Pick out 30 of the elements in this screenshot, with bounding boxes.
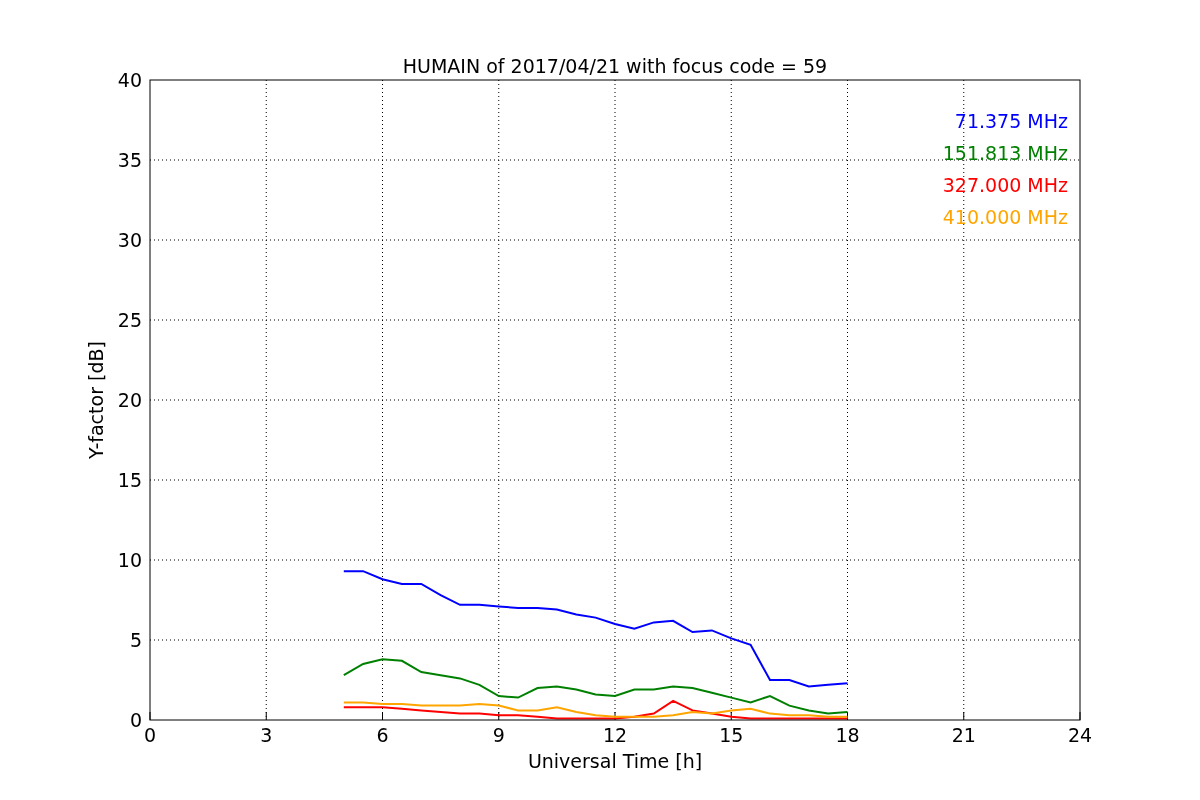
y-tick-label: 5 [129,629,142,651]
y-tick-label: 30 [117,229,142,251]
x-tick-label: 18 [835,724,860,746]
x-tick [963,711,965,721]
x-tick-label: 3 [260,724,273,746]
chart-title: HUMAIN of 2017/04/21 with focus code = 59 [402,55,828,77]
y-tick-label: 20 [117,389,142,411]
y-tick-label: 40 [117,69,142,91]
x-tick-label: 24 [1067,724,1093,746]
y-axis-label: Y-factor [dB] [85,341,107,459]
x-tick-label: 9 [492,724,505,746]
x-tick-label: 0 [143,724,157,746]
y-tick-label: 15 [117,469,142,491]
y-tick-label: 0 [129,709,142,731]
x-tick-label: 6 [376,724,389,746]
x-tick [265,711,267,721]
x-tick [730,711,732,721]
y-tick-label: 10 [117,549,142,571]
x-tick-label: 12 [602,724,628,746]
legend-label: 410.000 MHz [942,206,1068,228]
y-tick-label: 25 [117,309,142,331]
legend-label: 327.000 MHz [942,174,1068,196]
legend-label: 151.813 MHz [942,142,1068,164]
y-tick-label: 35 [117,149,142,171]
x-tick-label: 21 [951,724,976,746]
x-tick [498,711,500,721]
x-tick [382,711,383,721]
x-tick-label: 15 [719,724,744,746]
x-axis-label: Universal Time [h] [527,750,703,772]
legend-label: 71.375 MHz [954,110,1068,132]
